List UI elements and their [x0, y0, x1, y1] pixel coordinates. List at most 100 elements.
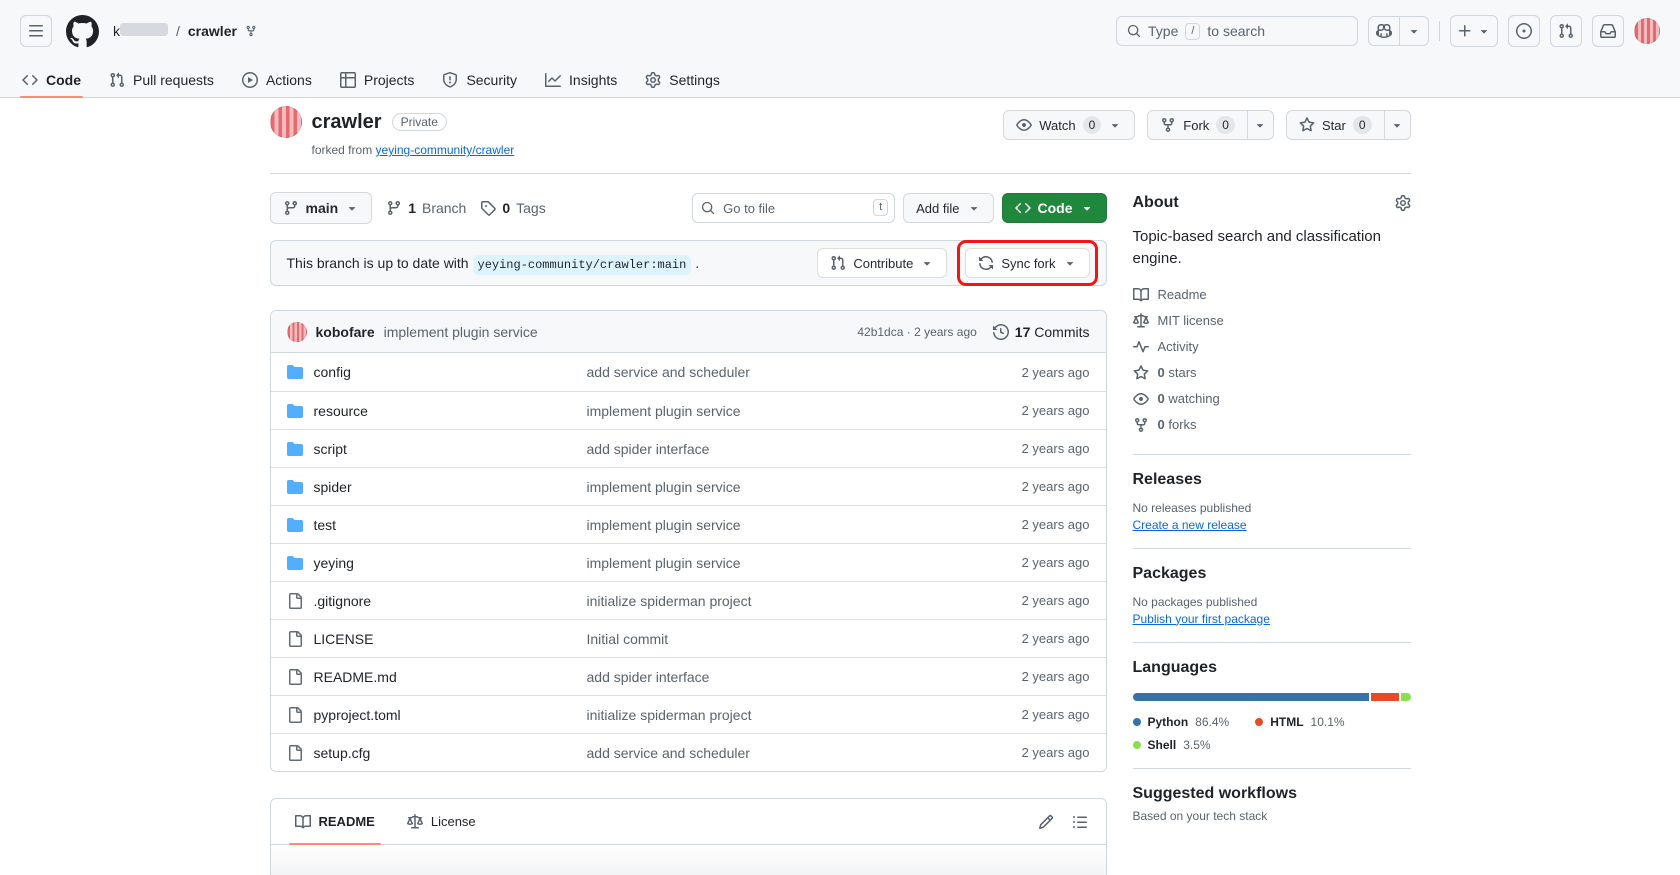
commit-sha-time[interactable]: 42b1dca · 2 years ago — [857, 325, 976, 339]
inbox-button[interactable] — [1592, 15, 1624, 47]
file-commit-message[interactable]: Initial commit — [587, 631, 950, 647]
commit-message[interactable]: implement plugin service — [384, 324, 538, 340]
languages-legend: Python86.4% HTML10.1% Shell3.5% — [1133, 715, 1411, 752]
about-description: Topic-based search and classification en… — [1133, 226, 1411, 270]
redacted-owner-name — [120, 23, 168, 36]
tab-pull-requests[interactable]: Pull requests — [99, 62, 224, 97]
star-button[interactable]: Star 0 — [1286, 110, 1385, 140]
fork-dropdown-caret[interactable] — [1248, 110, 1274, 140]
go-to-file-input[interactable] — [692, 193, 895, 223]
file-row[interactable]: script add spider interface 2 years ago — [271, 429, 1106, 467]
language-color-dot — [1133, 718, 1141, 726]
file-commit-message[interactable]: implement plugin service — [587, 517, 950, 533]
language-legend-item[interactable]: Python86.4% — [1133, 715, 1230, 729]
add-file-button[interactable]: Add file — [903, 193, 993, 223]
edit-readme-button[interactable] — [1038, 814, 1054, 830]
file-name[interactable]: config — [314, 364, 351, 380]
tab-code[interactable]: Code — [12, 62, 91, 97]
file-row[interactable]: pyproject.toml initialize spiderman proj… — [271, 695, 1106, 733]
user-avatar[interactable] — [1634, 18, 1660, 44]
github-logo[interactable] — [66, 15, 99, 48]
tab-security[interactable]: Security — [432, 62, 527, 97]
star-dropdown-caret[interactable] — [1385, 110, 1411, 140]
about-license-link[interactable]: MIT license — [1133, 308, 1411, 334]
about-stars-link[interactable]: 0 stars — [1133, 360, 1411, 386]
hamburger-menu-button[interactable] — [20, 15, 52, 47]
code-dropdown-button[interactable]: Code — [1002, 193, 1107, 223]
commit-author-avatar[interactable] — [287, 322, 307, 342]
sync-fork-button[interactable]: Sync fork — [965, 248, 1089, 278]
language-legend-item[interactable]: Shell3.5% — [1133, 738, 1230, 752]
file-name[interactable]: LICENSE — [314, 631, 374, 647]
tab-actions[interactable]: Actions — [232, 62, 322, 97]
edit-about-gear-icon[interactable] — [1395, 195, 1411, 211]
git-pull-request-icon — [109, 72, 125, 88]
file-commit-message[interactable]: initialize spiderman project — [587, 593, 950, 609]
copilot-button[interactable] — [1369, 17, 1399, 45]
file-commit-message[interactable]: add service and scheduler — [587, 745, 950, 761]
file-commit-message[interactable]: add service and scheduler — [587, 364, 950, 380]
language-segment[interactable] — [1401, 693, 1411, 701]
fork-button[interactable]: Fork 0 — [1147, 110, 1248, 140]
tab-insights[interactable]: Insights — [535, 62, 627, 97]
file-commit-message[interactable]: initialize spiderman project — [587, 707, 950, 723]
tab-readme[interactable]: README — [279, 799, 391, 844]
file-name[interactable]: .gitignore — [314, 593, 372, 609]
file-row[interactable]: setup.cfg add service and scheduler 2 ye… — [271, 733, 1106, 771]
list-unordered-icon — [1072, 814, 1088, 830]
file-name[interactable]: resource — [314, 403, 368, 419]
file-name[interactable]: setup.cfg — [314, 745, 371, 761]
global-search-input[interactable]: Type / to search — [1116, 16, 1358, 46]
file-row[interactable]: .gitignore initialize spiderman project … — [271, 581, 1106, 619]
file-name[interactable]: script — [314, 441, 347, 457]
branches-link[interactable]: 1Branch — [386, 200, 466, 216]
outline-button[interactable] — [1072, 814, 1088, 830]
about-watching-link[interactable]: 0 watching — [1133, 386, 1411, 412]
file-row[interactable]: README.md add spider interface 2 years a… — [271, 657, 1106, 695]
file-row[interactable]: spider implement plugin service 2 years … — [271, 467, 1106, 505]
file-browser: kobofare implement plugin service 42b1dc… — [270, 310, 1107, 772]
repo-title[interactable]: crawler — [312, 111, 382, 134]
file-name[interactable]: test — [314, 517, 337, 533]
watch-button[interactable]: Watch 0 — [1003, 110, 1135, 140]
file-commit-message[interactable]: implement plugin service — [587, 479, 950, 495]
about-readme-link[interactable]: Readme — [1133, 282, 1411, 308]
file-commit-message[interactable]: add spider interface — [587, 441, 950, 457]
forked-from-link[interactable]: yeying-community/crawler — [376, 143, 515, 157]
file-name[interactable]: README.md — [314, 669, 397, 685]
tab-license[interactable]: License — [391, 799, 492, 844]
about-forks-link[interactable]: 0 forks — [1133, 412, 1411, 438]
language-segment[interactable] — [1133, 693, 1370, 701]
create-new-button[interactable] — [1450, 15, 1498, 47]
file-row[interactable]: yeying implement plugin service 2 years … — [271, 543, 1106, 581]
file-row[interactable]: test implement plugin service 2 years ag… — [271, 505, 1106, 543]
tab-projects[interactable]: Projects — [330, 62, 425, 97]
publish-package-link[interactable]: Publish your first package — [1133, 612, 1270, 626]
pull-requests-button[interactable] — [1550, 15, 1582, 47]
tags-link[interactable]: 0Tags — [480, 200, 545, 216]
about-activity-link[interactable]: Activity — [1133, 334, 1411, 360]
branch-selector[interactable]: main — [270, 192, 373, 224]
create-release-link[interactable]: Create a new release — [1133, 518, 1247, 532]
file-row[interactable]: LICENSE Initial commit 2 years ago — [271, 619, 1106, 657]
file-row[interactable]: resource implement plugin service 2 year… — [271, 391, 1106, 429]
breadcrumb-repo[interactable]: crawler — [188, 23, 237, 39]
file-commit-message[interactable]: add spider interface — [587, 669, 950, 685]
tab-settings[interactable]: Settings — [635, 62, 730, 97]
copilot-dropdown-caret[interactable] — [1399, 17, 1428, 45]
file-commit-message[interactable]: implement plugin service — [587, 555, 950, 571]
file-name[interactable]: pyproject.toml — [314, 707, 401, 723]
issues-button[interactable] — [1508, 15, 1540, 47]
contribute-button[interactable]: Contribute — [817, 248, 947, 278]
repo-owner-avatar[interactable] — [270, 106, 302, 138]
commit-history-link[interactable]: 17 Commits — [993, 324, 1090, 340]
language-segment[interactable] — [1371, 693, 1399, 701]
file-age: 2 years ago — [950, 517, 1090, 532]
file-commit-message[interactable]: implement plugin service — [587, 403, 950, 419]
file-row[interactable]: config add service and scheduler 2 years… — [271, 353, 1106, 391]
breadcrumb-owner[interactable]: k — [113, 23, 168, 39]
language-legend-item[interactable]: HTML10.1% — [1255, 715, 1344, 729]
file-name[interactable]: yeying — [314, 555, 354, 571]
commit-author[interactable]: kobofare — [316, 324, 375, 340]
file-name[interactable]: spider — [314, 479, 352, 495]
